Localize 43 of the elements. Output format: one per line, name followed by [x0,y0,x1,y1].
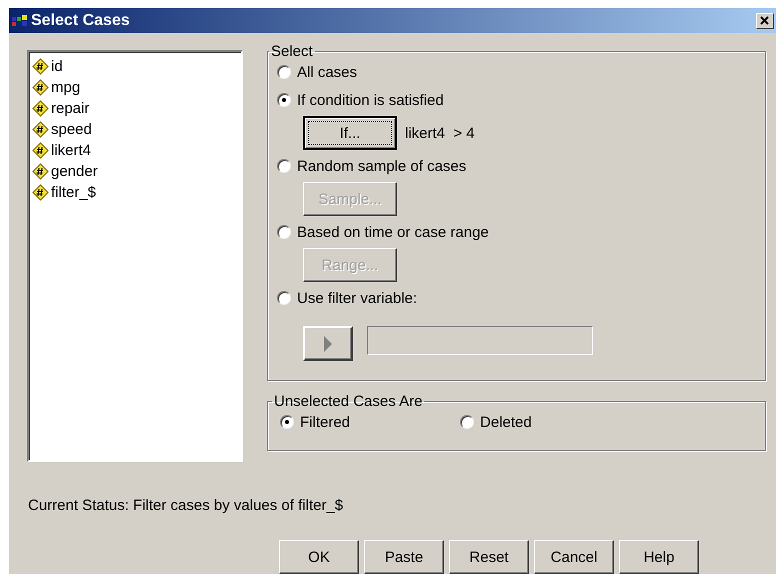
radio-button[interactable] [277,93,291,107]
radio-button[interactable] [280,415,294,429]
group-title: Unselected Cases Are [273,393,424,410]
dialog-button[interactable]: Paste [364,540,444,574]
button[interactable]: If... [303,116,397,150]
numeric-variable-icon [32,163,49,180]
right-arrow-icon [323,336,333,352]
radio-button[interactable] [277,291,291,305]
radio-label: Use filter variable: [297,290,418,306]
radio-label: Deleted [480,414,532,430]
radio-button[interactable] [277,225,291,239]
numeric-variable-icon [32,121,49,138]
close-button[interactable] [756,12,774,28]
numeric-variable-icon [32,142,49,159]
status-text: Current Status: Filter cases by values of filter_$ [28,497,344,514]
group-title: Select [270,43,314,60]
variable-item[interactable]: likert4 [51,142,92,159]
numeric-variable-icon [32,79,49,96]
variable-item[interactable]: id [51,58,63,75]
radio-label: Filtered [300,414,350,430]
radio-label: Random sample of cases [297,158,466,174]
variable-item[interactable]: gender [51,163,98,180]
radio-label: If condition is satisfied [297,92,444,108]
condition-text: likert4 > 4 [405,124,475,142]
radio-label: Based on time or case range [297,224,489,240]
variable-item[interactable]: filter_$ [51,184,96,201]
numeric-variable-icon [32,58,49,75]
radio-button[interactable] [460,415,474,429]
dialog-button[interactable]: Cancel [534,540,614,574]
dialog-button[interactable]: Help [619,540,699,574]
app-icon [12,14,28,28]
variable-item[interactable]: speed [51,121,92,138]
radio-button[interactable] [277,65,291,79]
radio-button[interactable] [277,159,291,173]
variable-item[interactable]: mpg [51,79,80,96]
filter-variable-field[interactable] [367,326,593,354]
variable-item[interactable]: repair [51,100,90,117]
numeric-variable-icon [32,184,49,201]
radio-label: All cases [297,64,358,80]
dialog-button[interactable]: Reset [449,540,529,574]
dialog-button[interactable]: OK [279,540,359,574]
numeric-variable-icon [32,100,49,117]
window-title: Select Cases [31,12,131,30]
